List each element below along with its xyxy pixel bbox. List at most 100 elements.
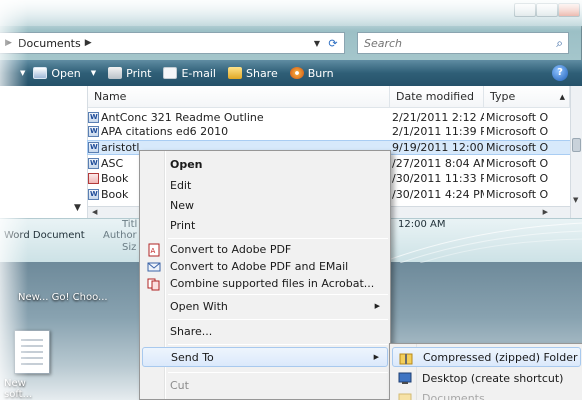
word-app-icon xyxy=(33,67,48,79)
email-button[interactable]: E-mail xyxy=(163,67,216,80)
envelope-icon xyxy=(163,67,178,79)
menu-separator xyxy=(168,294,388,295)
column-header-label: Name xyxy=(94,90,127,103)
print-button[interactable]: Print xyxy=(108,67,151,80)
breadcrumb-arrow-icon[interactable]: ▶ xyxy=(5,38,12,48)
menu-item-convert-pdf[interactable]: A Convert to Adobe PDF xyxy=(142,240,388,258)
address-bar[interactable]: ▶ Documents ▶ ▼ ⟳ xyxy=(0,32,345,54)
breadcrumb-chevron-icon[interactable]: ▶ xyxy=(85,38,92,48)
submenu-item-label: Compressed (zipped) Folder xyxy=(423,350,578,364)
menu-item-label: Open With xyxy=(170,299,228,313)
file-name: ASC xyxy=(101,157,124,170)
menu-item-label: Convert to Adobe PDF and EMail xyxy=(170,259,349,273)
vertical-scrollbar[interactable]: ▼ xyxy=(570,86,582,218)
open-button[interactable]: Open ▼ xyxy=(33,67,96,80)
burn-disc-icon xyxy=(289,67,304,79)
scrollbar-thumb[interactable] xyxy=(572,138,581,152)
file-name: Book xyxy=(101,172,129,185)
menu-item-open[interactable]: Open xyxy=(142,153,388,175)
organize-dropdown-icon[interactable]: ▼ xyxy=(20,69,25,77)
pdf-document-icon xyxy=(88,173,99,184)
scroll-right-icon[interactable]: ▶ xyxy=(543,208,548,216)
menu-item-label: Cut xyxy=(170,378,189,392)
menu-item-label: Edit xyxy=(170,178,192,192)
minimize-button[interactable] xyxy=(514,3,536,17)
column-header-date[interactable]: Date modified xyxy=(390,86,484,108)
close-button[interactable] xyxy=(558,3,580,17)
help-button[interactable]: ? xyxy=(552,65,568,81)
scroll-left-icon[interactable]: ◀ xyxy=(92,208,97,216)
send-to-submenu: Compressed (zipped) Folder Desktop (crea… xyxy=(389,343,582,400)
desktop-icon-label: New soft... xyxy=(4,378,33,400)
pdf-email-icon xyxy=(147,262,161,272)
menu-separator xyxy=(168,344,388,345)
file-name: AntConc 321 Readme Outline xyxy=(101,111,264,124)
file-name: APA citations ed6 2010 xyxy=(101,125,229,138)
date-modified-cell: /27/2011 8:04 AM xyxy=(392,157,484,170)
menu-item-new[interactable]: New xyxy=(142,195,388,215)
file-name-cell: AntConc 321 Readme Outline xyxy=(88,111,388,124)
menu-item-label: Send To xyxy=(171,350,214,364)
share-label: Share xyxy=(245,66,278,80)
menu-item-combine-acrobat[interactable]: Combine supported files in Acrobat... xyxy=(142,274,388,292)
context-menu: Open Edit New Print A Convert to Adobe P… xyxy=(139,150,391,400)
send-to-desktop[interactable]: Desktop (create shortcut) xyxy=(392,368,581,388)
address-dropdown-icon[interactable]: ▼ xyxy=(314,39,320,48)
breadcrumb: ▶ Documents ▶ xyxy=(0,37,92,50)
menu-item-convert-pdf-email[interactable]: Convert to Adobe PDF and EMail xyxy=(142,257,388,275)
send-to-compressed-folder[interactable]: Compressed (zipped) Folder xyxy=(392,347,581,367)
desktop-taskbar-text: New... Go! Choo... xyxy=(0,290,160,306)
menu-item-label: Print xyxy=(170,218,196,232)
open-dropdown-icon[interactable]: ▼ xyxy=(91,69,96,77)
chevron-down-icon[interactable]: ▼ xyxy=(74,203,81,213)
column-header-name[interactable]: Name xyxy=(88,86,390,108)
menu-item-send-to[interactable]: Send To ▶ xyxy=(142,347,388,367)
documents-folder-icon xyxy=(398,393,412,400)
submenu-item-label: Desktop (create shortcut) xyxy=(422,371,564,385)
menu-item-label: Convert to Adobe PDF xyxy=(170,242,292,256)
zip-folder-icon xyxy=(399,353,413,365)
menu-item-cut[interactable]: Cut xyxy=(142,375,388,395)
search-icon[interactable]: ⌕ xyxy=(556,36,563,51)
type-cell: Microsoft O xyxy=(486,172,549,185)
menu-item-open-with[interactable]: Open With ▶ xyxy=(142,296,388,316)
date-modified-cell: 2/1/2011 11:39 PM xyxy=(392,125,484,138)
menu-item-label: Share... xyxy=(170,324,213,338)
pdf-icon: A xyxy=(148,243,160,257)
search-box[interactable]: ⌕ xyxy=(357,32,569,54)
type-cell: Microsoft O xyxy=(486,125,549,138)
column-header-type[interactable]: Type ▲ xyxy=(484,86,570,108)
menu-item-edit[interactable]: Edit xyxy=(142,175,388,195)
word-document-icon xyxy=(88,111,99,124)
refresh-button[interactable]: ⟳ xyxy=(324,35,342,51)
search-input[interactable] xyxy=(358,36,538,50)
send-to-documents[interactable]: Documents xyxy=(392,388,581,400)
desktop-file-icon[interactable] xyxy=(14,330,50,374)
maximize-button[interactable] xyxy=(536,3,558,17)
table-row[interactable]: AntConc 321 Readme Outline 2/21/2011 2:1… xyxy=(88,111,570,124)
submenu-arrow-icon: ▶ xyxy=(373,353,379,361)
breadcrumb-documents[interactable]: Documents xyxy=(18,37,81,50)
scroll-up-icon[interactable]: ▲ xyxy=(560,93,565,101)
share-button[interactable]: Share xyxy=(227,66,278,80)
submenu-item-label: Documents xyxy=(422,391,485,400)
print-label: Print xyxy=(126,66,152,80)
type-cell: Microsoft O xyxy=(486,157,549,170)
word-document-icon xyxy=(88,125,99,138)
burn-button[interactable]: Burn xyxy=(289,67,334,80)
menu-separator xyxy=(168,372,388,373)
file-name: aristotl xyxy=(101,141,140,154)
navigation-pane[interactable]: ▼ xyxy=(0,86,88,218)
submenu-arrow-icon: ▶ xyxy=(374,302,380,310)
scroll-down-icon[interactable]: ▼ xyxy=(573,196,578,204)
type-cell: Microsoft O xyxy=(486,141,549,154)
email-label: E-mail xyxy=(181,66,216,80)
menu-item-share[interactable]: Share... xyxy=(142,321,388,341)
help-icon: ? xyxy=(557,67,563,78)
menu-item-print[interactable]: Print xyxy=(142,215,388,235)
open-label: Open xyxy=(51,66,81,80)
table-row[interactable]: APA citations ed6 2010 2/1/2011 11:39 PM… xyxy=(88,125,570,138)
date-modified-cell: 9/19/2011 12:00 AM xyxy=(392,141,484,154)
share-folder-icon xyxy=(227,67,242,79)
type-cell: Microsoft O xyxy=(486,111,549,124)
